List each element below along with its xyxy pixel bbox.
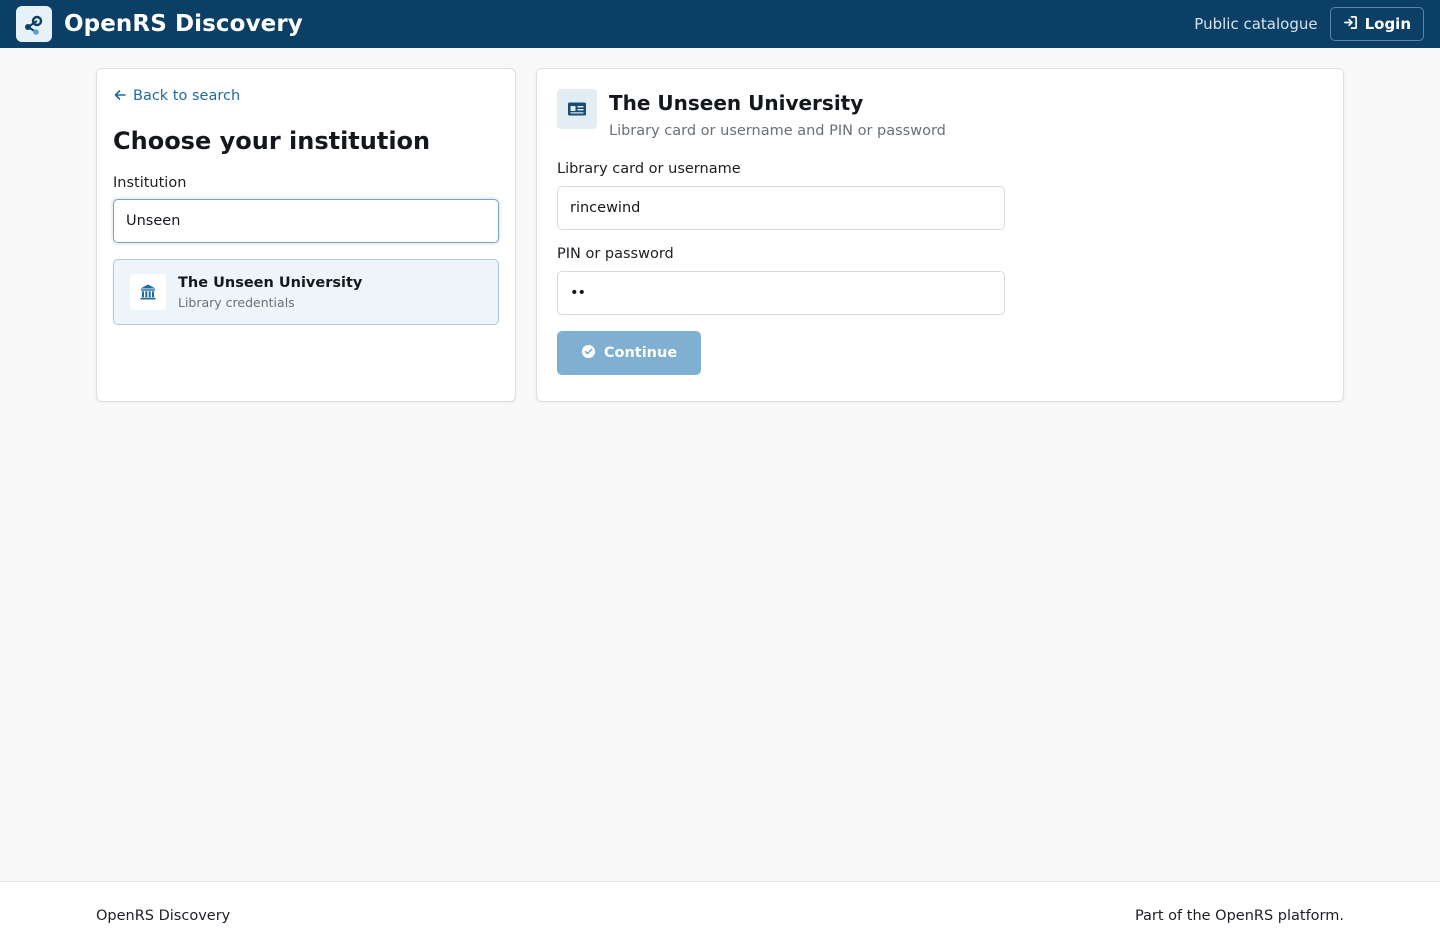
institution-subtitle: Library card or username and PIN or pass…: [609, 123, 946, 139]
institution-picker-card: Back to search Choose your institution I…: [96, 68, 516, 402]
username-field[interactable]: [557, 186, 1005, 230]
top-navbar: OpenRS Discovery Public catalogue Login: [0, 0, 1440, 48]
continue-label: Continue: [603, 345, 678, 361]
continue-button[interactable]: Continue: [557, 331, 701, 375]
login-form-card: The Unseen University Library card or us…: [536, 68, 1344, 402]
back-to-search-link[interactable]: Back to search: [113, 88, 499, 106]
page-title: Choose your institution: [113, 127, 431, 155]
share-nodes-icon: [16, 6, 52, 42]
app-name: OpenRS Discovery: [64, 11, 303, 37]
password-field[interactable]: [557, 271, 1005, 315]
username-label: Library card or username: [557, 161, 741, 177]
check-circle-icon: [581, 344, 596, 363]
institution-title: The Unseen University: [609, 91, 864, 115]
institution-header: The Unseen University Library card or us…: [557, 89, 1323, 139]
top-right-actions: Public catalogue Login: [1194, 7, 1424, 41]
institution-result-item[interactable]: The Unseen University Library credential…: [113, 259, 499, 325]
password-label: PIN or password: [557, 246, 674, 262]
result-subtitle: Library credentials: [178, 294, 295, 310]
login-label: Login: [1364, 15, 1411, 33]
footer-platform-text: Part of the OpenRS platform.: [1134, 908, 1344, 924]
login-button[interactable]: Login: [1329, 7, 1424, 41]
footer: OpenRS Discovery Part of the OpenRS plat…: [0, 881, 1440, 950]
id-card-icon: [557, 89, 597, 129]
building-columns-icon: [130, 274, 166, 310]
sign-in-icon: [1343, 15, 1358, 34]
back-label: Back to search: [133, 88, 241, 104]
institution-search-input[interactable]: [113, 199, 499, 243]
public-catalogue-link[interactable]: Public catalogue: [1194, 15, 1317, 33]
brand[interactable]: OpenRS Discovery: [16, 6, 303, 42]
arrow-left-icon: [113, 88, 127, 106]
institution-label: Institution: [113, 175, 187, 191]
footer-app-name: OpenRS Discovery: [96, 908, 231, 924]
result-name: The Unseen University: [178, 274, 363, 291]
